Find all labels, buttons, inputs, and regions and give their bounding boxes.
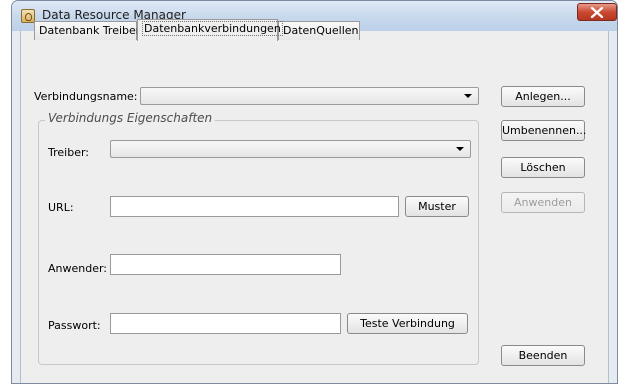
- user-input[interactable]: [110, 254, 341, 275]
- delete-button[interactable]: Löschen: [501, 157, 585, 178]
- close-icon: [590, 7, 604, 18]
- tab-label: DatenQuellen: [283, 24, 359, 37]
- connection-name-label: Verbindungsname:: [34, 90, 138, 103]
- pattern-button[interactable]: Muster: [405, 196, 469, 217]
- password-label: Passwort:: [48, 319, 101, 332]
- rename-button[interactable]: Umbenennen...: [501, 120, 586, 141]
- driver-combobox[interactable]: [110, 140, 471, 158]
- driver-label: Treiber:: [48, 146, 89, 159]
- tab-datenquellen[interactable]: DatenQuellen: [278, 21, 360, 40]
- chevron-down-icon: [456, 147, 464, 151]
- tab-label: Datenbank Treiber: [39, 24, 141, 37]
- url-input[interactable]: [110, 196, 399, 217]
- test-connection-button[interactable]: Teste Verbindung: [347, 313, 468, 334]
- create-button[interactable]: Anlegen...: [501, 86, 585, 107]
- connection-name-combobox[interactable]: [140, 87, 479, 105]
- app-icon: [21, 9, 35, 23]
- user-label: Anwender:: [48, 262, 108, 275]
- tab-datenbankverbindungen[interactable]: Datenbankverbindungen: [137, 19, 283, 41]
- apply-button[interactable]: Anwenden: [501, 192, 585, 213]
- tab-label: Datenbankverbindungen: [142, 21, 283, 36]
- connection-properties-title: Verbindungs Eigenschaften: [45, 111, 216, 125]
- tab-datenbank-treiber[interactable]: Datenbank Treiber: [34, 21, 141, 40]
- close-button[interactable]: [577, 3, 617, 21]
- chevron-down-icon: [464, 94, 472, 98]
- quit-button[interactable]: Beenden: [501, 345, 585, 366]
- url-label: URL:: [48, 201, 74, 214]
- password-input[interactable]: [110, 313, 341, 334]
